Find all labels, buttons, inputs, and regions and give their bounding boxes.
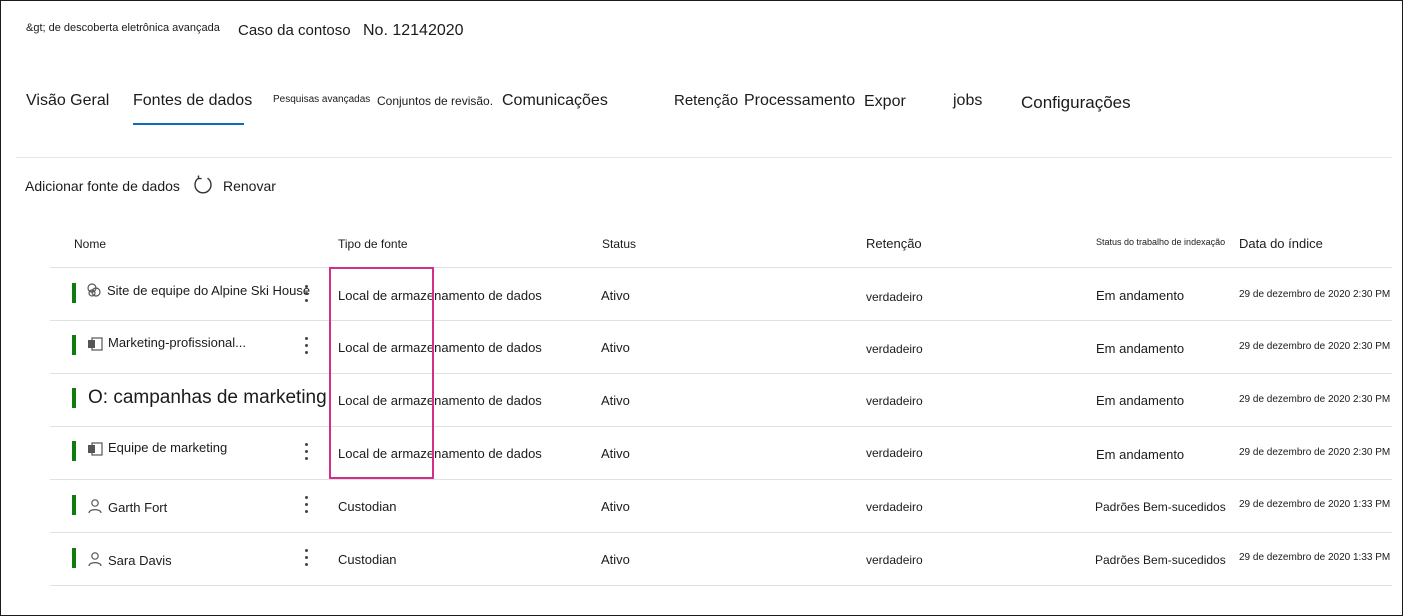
row-indexing-status: Em andamento bbox=[1096, 341, 1185, 356]
row-indexing-status: Em andamento bbox=[1096, 447, 1185, 462]
row-indexing-status: Em andamento bbox=[1096, 393, 1185, 408]
tab-advanced-searches[interactable]: Pesquisas avançadas bbox=[273, 94, 370, 105]
row-status: Ativo bbox=[601, 499, 630, 514]
row-divider bbox=[50, 267, 1392, 268]
row-name[interactable]: Marketing-profissional... bbox=[108, 335, 246, 350]
row-retention: verdadeiro bbox=[866, 553, 923, 567]
row-divider bbox=[50, 426, 1392, 427]
tab-communications[interactable]: Comunicações bbox=[502, 92, 608, 110]
row-name[interactable]: Garth Fort bbox=[108, 500, 167, 515]
tabs-divider bbox=[16, 157, 1392, 158]
row-source-type: Custodian bbox=[338, 552, 397, 567]
status-bar bbox=[72, 495, 76, 515]
tab-holds[interactable]: Retenção bbox=[674, 92, 738, 109]
row-retention: verdadeiro bbox=[866, 500, 923, 514]
person-icon bbox=[88, 499, 102, 514]
office-group-icon bbox=[88, 337, 103, 351]
case-number: No. 12142020 bbox=[363, 22, 464, 39]
column-header-status[interactable]: Status bbox=[602, 237, 636, 251]
row-retention: verdadeiro bbox=[866, 446, 923, 460]
row-name[interactable]: Equipe de marketing bbox=[108, 440, 227, 455]
more-options-icon[interactable] bbox=[303, 549, 309, 569]
row-index-date: 29 de dezembro de 2020 2:30 PM bbox=[1239, 341, 1391, 352]
tab-overview[interactable]: Visão Geral bbox=[26, 92, 109, 110]
row-index-date: 29 de dezembro de 2020 2:30 PM bbox=[1239, 289, 1391, 300]
row-index-date: 29 de dezembro de 2020 1:33 PM bbox=[1239, 499, 1391, 510]
row-retention: verdadeiro bbox=[866, 394, 923, 408]
column-header-indexing-status[interactable]: Status do trabalho de indexação bbox=[1096, 237, 1225, 247]
tab-review-sets[interactable]: Conjuntos de revisão. bbox=[377, 94, 493, 108]
breadcrumb[interactable]: &gt; de descoberta eletrônica avançada bbox=[26, 22, 220, 34]
row-indexing-status: Em andamento bbox=[1096, 288, 1185, 303]
status-bar bbox=[72, 441, 76, 461]
row-divider bbox=[50, 479, 1392, 480]
tab-exports[interactable]: Expor bbox=[864, 93, 906, 111]
more-options-icon[interactable] bbox=[303, 337, 309, 357]
row-source-type: Local de armazenamento de dados bbox=[338, 393, 542, 408]
sharepoint-site-icon bbox=[87, 283, 101, 297]
row-index-date: 29 de dezembro de 2020 1:33 PM bbox=[1239, 552, 1391, 563]
row-status: Ativo bbox=[601, 340, 630, 355]
row-divider bbox=[50, 320, 1392, 321]
row-status: Ativo bbox=[601, 288, 630, 303]
column-header-name[interactable]: Nome bbox=[74, 237, 106, 251]
row-status: Ativo bbox=[601, 393, 630, 408]
row-divider bbox=[50, 532, 1392, 533]
office-group-icon bbox=[88, 442, 103, 456]
row-divider bbox=[50, 373, 1392, 374]
status-bar bbox=[72, 283, 76, 303]
add-data-source-button[interactable]: Adicionar fonte de dados bbox=[25, 178, 180, 194]
row-source-type: Custodian bbox=[338, 499, 397, 514]
row-source-type: Local de armazenamento de dados bbox=[338, 288, 542, 303]
row-status: Ativo bbox=[601, 552, 630, 567]
row-source-type: Local de armazenamento de dados bbox=[338, 446, 542, 461]
row-retention: verdadeiro bbox=[866, 290, 923, 304]
row-name[interactable]: Sara Davis bbox=[108, 553, 172, 568]
status-bar bbox=[72, 335, 76, 355]
status-bar bbox=[72, 388, 76, 408]
row-status: Ativo bbox=[601, 446, 630, 461]
row-index-date: 29 de dezembro de 2020 2:30 PM bbox=[1239, 447, 1391, 458]
status-bar bbox=[72, 548, 76, 568]
row-divider bbox=[50, 585, 1392, 586]
row-index-date: 29 de dezembro de 2020 2:30 PM bbox=[1239, 394, 1391, 405]
tab-settings[interactable]: Configurações bbox=[1021, 93, 1131, 113]
row-indexing-status: Padrões Bem-sucedidos bbox=[1095, 553, 1226, 567]
person-icon bbox=[88, 552, 102, 567]
more-options-icon[interactable] bbox=[303, 443, 309, 463]
case-name: Caso da contoso bbox=[238, 22, 351, 39]
row-retention: verdadeiro bbox=[866, 342, 923, 356]
row-name[interactable]: Site de equipe do Alpine Ski House bbox=[107, 283, 310, 298]
tab-data-sources[interactable]: Fontes de dados bbox=[133, 92, 252, 110]
column-header-index-date[interactable]: Data do índice bbox=[1239, 236, 1323, 251]
more-options-icon[interactable] bbox=[303, 496, 309, 516]
column-header-source-type[interactable]: Tipo de fonte bbox=[338, 237, 408, 251]
column-header-retention[interactable]: Retenção bbox=[866, 236, 922, 251]
row-indexing-status: Padrões Bem-sucedidos bbox=[1095, 500, 1226, 514]
refresh-icon[interactable] bbox=[192, 174, 214, 196]
selected-tab-indicator bbox=[133, 123, 244, 125]
row-name[interactable]: O: campanhas de marketing bbox=[88, 387, 327, 409]
refresh-button[interactable]: Renovar bbox=[223, 178, 276, 194]
tab-jobs[interactable]: jobs bbox=[953, 92, 982, 110]
tab-processing[interactable]: Processamento bbox=[744, 92, 855, 110]
more-options-icon[interactable] bbox=[303, 285, 309, 305]
row-source-type: Local de armazenamento de dados bbox=[338, 340, 542, 355]
